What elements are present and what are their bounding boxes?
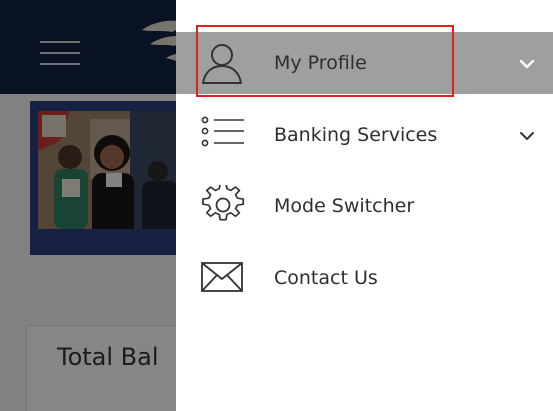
menu-item-label: Contact Us	[274, 267, 378, 289]
highlight-box	[196, 25, 454, 97]
envelope-icon	[200, 261, 246, 301]
menu-item-mode-switcher[interactable]: Mode Switcher	[176, 175, 553, 237]
menu-item-contact-us[interactable]: Contact Us	[176, 247, 553, 309]
menu-item-label: Mode Switcher	[274, 195, 415, 217]
list-icon	[200, 116, 246, 156]
menu-item-banking-services[interactable]: Banking Services	[176, 104, 553, 166]
menu-item-label: Banking Services	[274, 124, 438, 146]
chevron-down-icon[interactable]	[518, 130, 536, 142]
chevron-down-icon[interactable]	[518, 58, 536, 70]
gear-icon	[200, 185, 246, 225]
